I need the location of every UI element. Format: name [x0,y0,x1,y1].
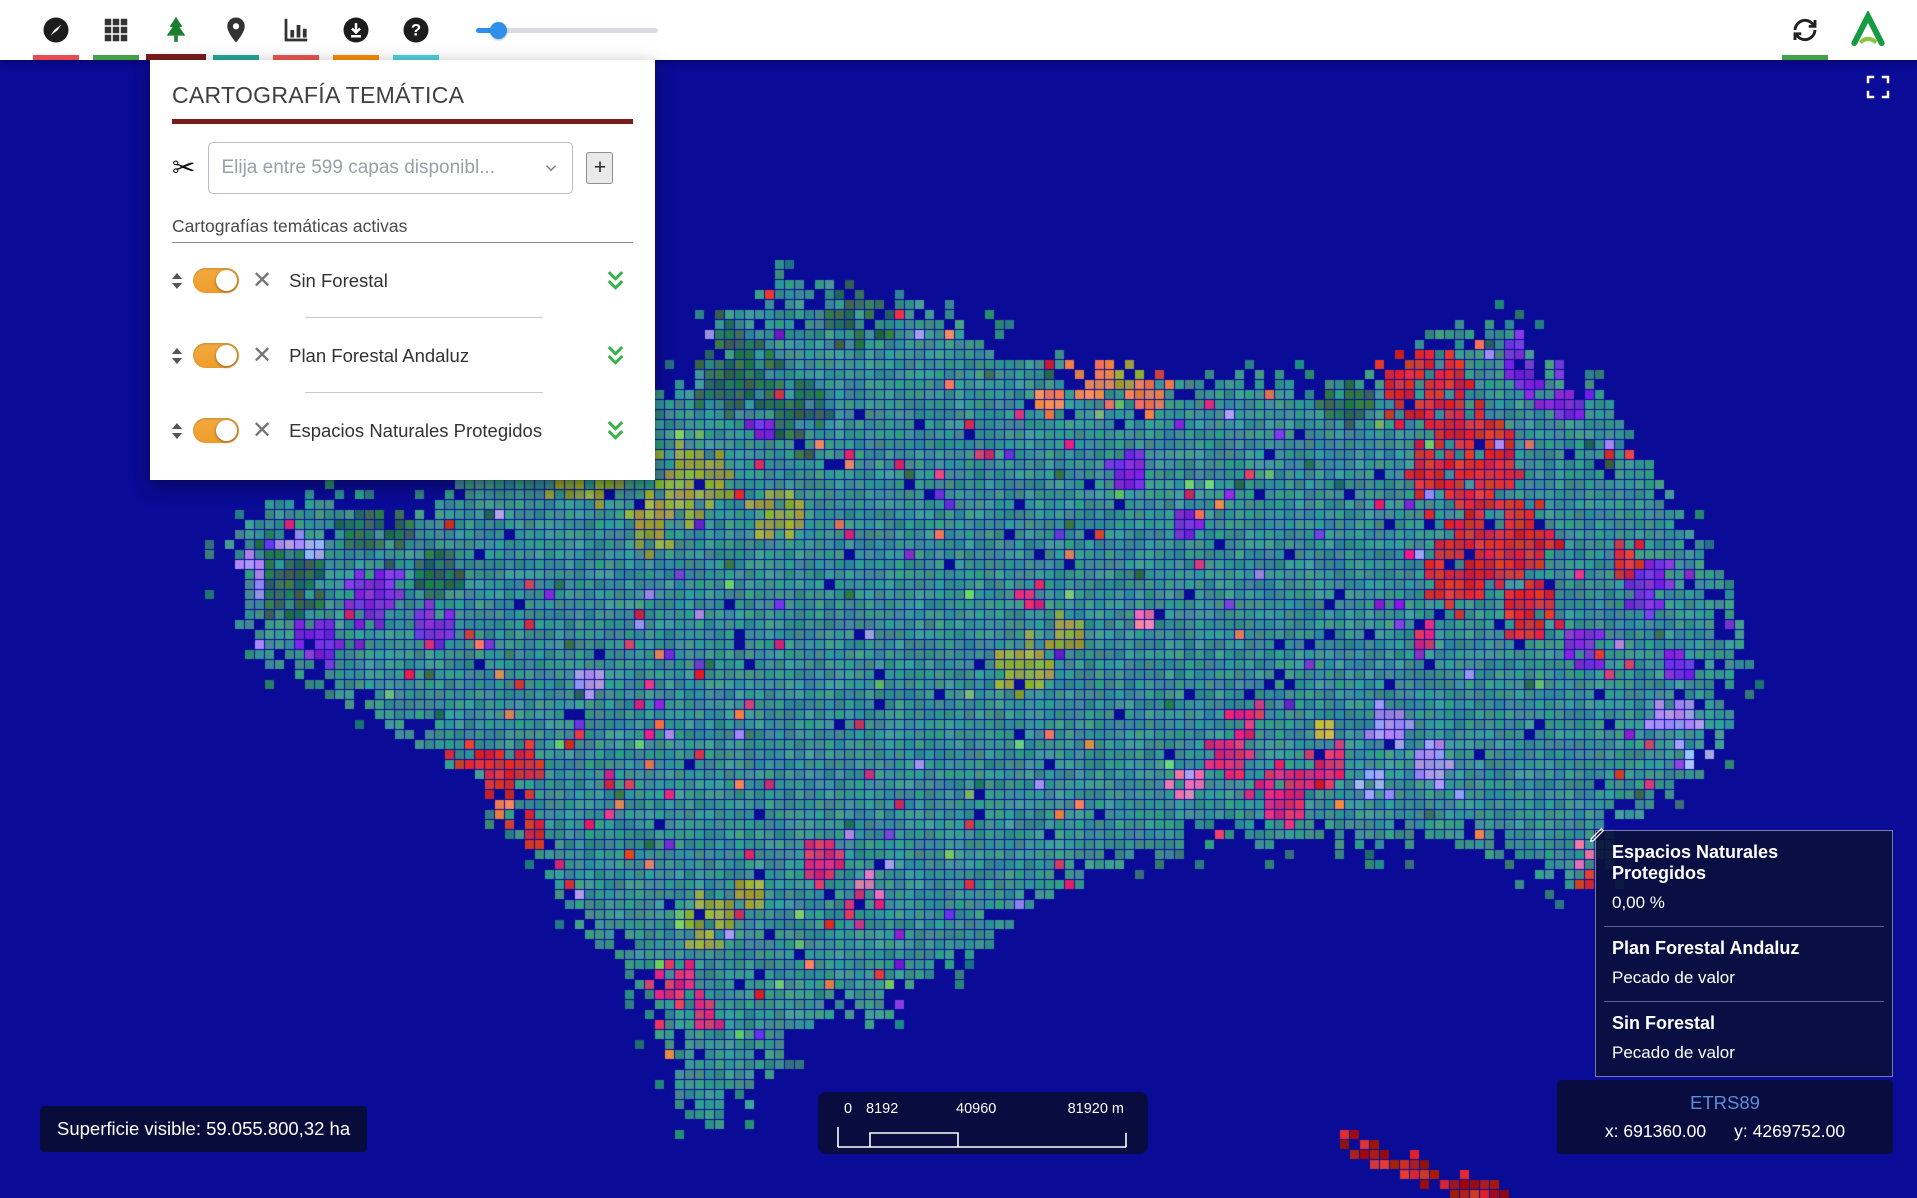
surface-visible-badge: Superficie visible: 59.055.800,32 ha [40,1106,367,1152]
coordinate-x: x: 691360.00 [1605,1121,1706,1142]
info-section: Espacios Naturales Protegidos 0,00 % [1596,831,1892,926]
tool-underline [93,55,139,60]
download-circle-icon [341,15,371,45]
info-section-value: 0,00 % [1612,893,1876,913]
svg-text:?: ? [411,21,421,40]
sort-handle[interactable] [172,273,182,289]
scale-tick-0: 0 [844,1101,852,1117]
info-section-title: Plan Forestal Andaluz [1612,938,1876,959]
coordinates-panel: ETRS89 x: 691360.00 y: 4269752.00 [1557,1080,1893,1154]
coordinate-y: y: 4269752.00 [1734,1121,1845,1142]
tool-underline [33,55,79,60]
layer-label: Sin Forestal [289,270,602,292]
active-layers-label: Cartografías temáticas activas [172,216,633,237]
thematic-cartography-panel: CARTOGRAFÍA TEMÁTICA ✂ Elija entre 599 c… [150,60,655,480]
grid-icon [101,15,131,45]
thematic-cartography-tool-button[interactable] [146,0,206,60]
sort-handle[interactable] [172,423,182,439]
remove-layer-icon[interactable]: ✕ [252,344,272,368]
scale-tick-8192: 8192 [866,1101,898,1117]
coordinates-values: x: 691360.00 y: 4269752.00 [1605,1121,1845,1142]
info-section: Plan Forestal Andaluz Pecado de valor [1596,927,1892,1001]
fullscreen-icon [1863,72,1893,102]
scale-tick-81920: 81920 m [1068,1101,1124,1117]
tool-underline [1782,55,1828,60]
help-icon: ? [401,15,431,45]
andalucia-logo-icon [1849,11,1887,49]
info-section-title: Espacios Naturales Protegidos [1612,842,1876,884]
andalucia-logo [1835,0,1901,60]
chart-tool-button[interactable] [266,0,326,60]
compass-tool-button[interactable] [26,0,86,60]
location-pin-icon [221,15,251,45]
layer-toggle[interactable] [193,418,239,443]
compass-icon [41,15,71,45]
scissors-icon: ✂ [172,154,195,182]
toggle-knob [216,270,237,291]
download-tool-button[interactable] [326,0,386,60]
edit-pencil-icon[interactable] [1588,825,1607,849]
layer-label: Espacios Naturales Protegidos [289,420,602,442]
layer-row: ✕ Plan Forestal Andaluz [172,318,633,393]
main-toolbar: ? [0,0,1917,60]
scale-bar: 0 8192 40960 81920 m [818,1092,1148,1154]
expand-chevrons-icon[interactable] [602,417,629,444]
slider-thumb[interactable] [490,22,507,39]
toolbar-right-group [1775,0,1917,60]
layer-toggle[interactable] [193,343,239,368]
fullscreen-button[interactable] [1863,72,1893,102]
panel-title: CARTOGRAFÍA TEMÁTICA [172,82,633,109]
expand-chevrons-icon[interactable] [602,267,629,294]
scale-bar-labels: 0 8192 40960 81920 m [818,1092,1148,1125]
add-layer-button[interactable]: + [586,152,613,184]
bar-chart-icon [281,15,311,45]
grid-tool-button[interactable] [86,0,146,60]
scale-bar-steps [836,1123,1128,1149]
info-section-value: Pecado de valor [1612,1043,1876,1063]
chevron-down-icon [542,159,560,177]
info-section-title: Sin Forestal [1612,1013,1876,1034]
refresh-button[interactable] [1775,0,1835,60]
layer-select-row: ✂ Elija entre 599 capas disponibl... + [172,142,633,194]
expand-chevrons-icon[interactable] [602,342,629,369]
toggle-knob [216,420,237,441]
remove-layer-icon[interactable]: ✕ [252,269,272,293]
layer-row: ✕ Sin Forestal [172,243,633,318]
info-section-value: Pecado de valor [1612,968,1876,988]
help-tool-button[interactable]: ? [386,0,446,60]
datum-label[interactable]: ETRS89 [1690,1092,1760,1114]
toggle-knob [216,345,237,366]
remove-layer-icon[interactable]: ✕ [252,419,272,443]
layer-label: Plan Forestal Andaluz [289,345,602,367]
title-rule [172,119,633,124]
layer-toggle[interactable] [193,268,239,293]
opacity-slider[interactable] [476,0,658,60]
scale-tick-40960: 40960 [956,1101,996,1117]
info-section: Sin Forestal Pecado de valor [1596,1002,1892,1076]
layer-select-placeholder: Elija entre 599 capas disponibl... [221,157,495,179]
tree-icon [161,15,191,45]
layer-row: ✕ Espacios Naturales Protegidos [172,393,633,468]
layer-select[interactable]: Elija entre 599 capas disponibl... [208,142,573,194]
location-tool-button[interactable] [206,0,266,60]
refresh-icon [1790,15,1820,45]
surface-visible-text: Superficie visible: 59.055.800,32 ha [57,1118,350,1139]
sort-handle[interactable] [172,348,182,364]
layer-info-panel: Espacios Naturales Protegidos 0,00 % Pla… [1595,830,1893,1077]
